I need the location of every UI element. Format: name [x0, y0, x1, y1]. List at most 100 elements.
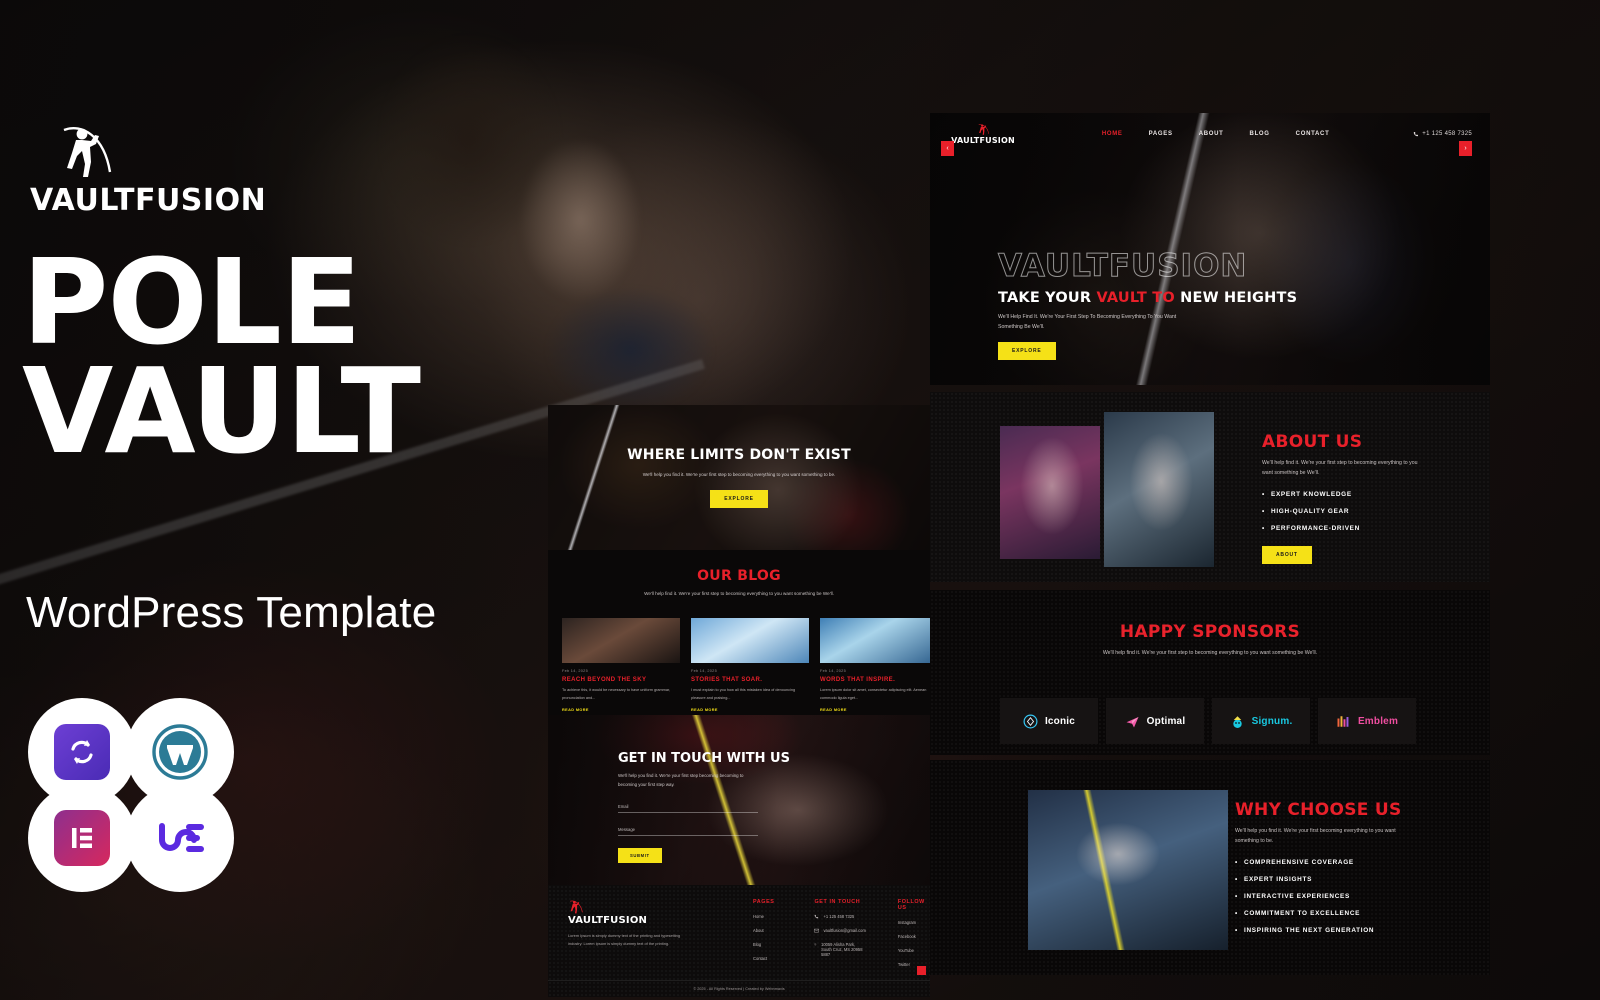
- blog-date: Feb 14, 2025: [691, 669, 717, 673]
- hero-heading-accent: VAULT TO: [1096, 290, 1175, 306]
- limits-paragraph: We'll help you find it. We're your first…: [642, 472, 836, 478]
- blog-title[interactable]: REACH BEYOND THE SKY: [562, 677, 680, 683]
- why-paragraph: We'll help you find it. We're your first…: [1235, 828, 1396, 844]
- footer-follow-heading: FOLLOW US: [897, 899, 925, 911]
- slider-prev-arrow[interactable]: ‹: [941, 141, 954, 156]
- why-choose-copy: WHY CHOOSE US We'll help you find it. We…: [1235, 800, 1435, 944]
- limits-copy: WHERE LIMITS DON'T EXIST We'll help you …: [548, 405, 930, 550]
- footer-pages-heading: PAGES: [753, 899, 775, 905]
- mockup-about-section: ABOUT US We'll help find it. We're your …: [930, 392, 1490, 582]
- footer-address-text: 10059 Alisha Park, South Cruz, MS 20958 …: [821, 942, 863, 957]
- footer-follow-column: FOLLOW US Instagram Facebook YouTube Twi…: [898, 899, 925, 967]
- footer-touch-heading: GET IN TOUCH: [814, 899, 861, 905]
- contact-submit-button[interactable]: SUBMIT: [618, 847, 662, 863]
- nav-item-about[interactable]: ABOUT: [1199, 131, 1224, 137]
- mockup-footer: VAULTFUSION Lorem Ipsum is simply dummy …: [548, 885, 930, 997]
- promo-title-line-1: POLE: [22, 233, 362, 371]
- blog-thumbnail: [562, 618, 680, 663]
- badge-jet-elements: [126, 784, 234, 892]
- footer-social-facebook[interactable]: Facebook: [898, 934, 925, 939]
- blog-post-card[interactable]: Feb 14, 2025 STORIES THAT SOAR. I must e…: [691, 618, 809, 712]
- blog-excerpt: To achieve this, it would be necessary t…: [562, 688, 671, 700]
- sponsor-name-iconic: Iconic: [1044, 715, 1076, 727]
- about-cta-button[interactable]: ABOUT: [1262, 545, 1312, 564]
- footer-link-about[interactable]: About: [753, 928, 774, 933]
- phone-icon: [815, 914, 819, 919]
- blog-title[interactable]: WORDS THAT INSPIRE.: [820, 677, 930, 683]
- mockup-contact-section: GET IN TOUCH WITH US We'll help you find…: [548, 715, 930, 885]
- mockup-blog-section: OUR BLOG We'll help find it. We're your …: [548, 550, 930, 715]
- hero-heading: TAKE YOUR VAULT TO NEW HEIGHTS: [998, 290, 1328, 306]
- why-bullet-3: COMMITMENT TO EXCELLENCE: [1235, 910, 1435, 917]
- blog-thumbnail: [691, 618, 809, 663]
- about-image-right: [1104, 412, 1214, 567]
- nav-item-pages[interactable]: PAGES: [1149, 131, 1173, 137]
- hero-heading-pre: TAKE YOUR: [998, 290, 1097, 306]
- mock-nav-links: HOME PAGES ABOUT BLOG CONTACT: [1018, 131, 1413, 137]
- blog-read-more[interactable]: READ MORE: [691, 708, 809, 712]
- bar-chart-icon: [1337, 715, 1349, 727]
- hero-heading-post: NEW HEIGHTS: [1174, 290, 1298, 306]
- mock-nav-phone[interactable]: +1 125 458 7325: [1413, 131, 1472, 137]
- nav-item-blog[interactable]: BLOG: [1250, 131, 1270, 137]
- paper-plane-icon: [1126, 716, 1139, 727]
- scale-icon: [1232, 715, 1242, 728]
- promo-subtitle: WordPress Template: [26, 588, 437, 637]
- mock-nav-phone-text: +1 125 458 7325: [1422, 131, 1472, 137]
- why-bullet-0: COMPREHENSIVE COVERAGE: [1235, 859, 1435, 866]
- blog-paragraph: We'll help find it. We're your first ste…: [644, 591, 834, 596]
- sponsor-card-signum[interactable]: Signum.: [1212, 698, 1310, 744]
- footer-touch-column: GET IN TOUCH +1 125 458 7325 vaultfusion…: [814, 899, 865, 967]
- pole-vaulter-icon: [978, 124, 989, 135]
- blog-date: Feb 14, 2025: [562, 669, 588, 673]
- footer-copyright: © 2025 - All Rights Reserved | Created b…: [548, 980, 930, 997]
- blog-read-more[interactable]: READ MORE: [562, 708, 680, 712]
- footer-email-text: vaultfusion@gmail.com: [823, 928, 866, 933]
- scroll-to-top-button[interactable]: [917, 966, 926, 975]
- hero-explore-button[interactable]: EXPLORE: [998, 342, 1056, 361]
- sponsor-card-iconic[interactable]: Iconic: [1000, 698, 1098, 744]
- contact-email-input[interactable]: Email: [618, 804, 758, 813]
- pole-vaulter-icon: [63, 127, 112, 177]
- sponsor-card-emblem[interactable]: Emblem: [1318, 698, 1416, 744]
- contact-message-input[interactable]: Message: [618, 827, 758, 836]
- hero-outline-title: VAULTFUSION: [998, 248, 1248, 285]
- footer-link-blog[interactable]: Blog: [753, 942, 774, 947]
- mock-nav-logo[interactable]: VAULTFUSION: [948, 123, 1018, 145]
- brand-wordmark: VAULTFUSION: [30, 183, 267, 218]
- blog-header: OUR BLOG We'll help find it. We're your …: [548, 550, 930, 599]
- why-bullet-2: INTERACTIVE EXPERIENCES: [1235, 893, 1435, 900]
- promo-title: POLE VAULT: [22, 233, 421, 469]
- footer-pages-column: PAGES Home About Blog Contact: [753, 899, 774, 967]
- footer-address-row: 10059 Alisha Park, South Cruz, MS 20958 …: [814, 942, 865, 957]
- blog-read-more[interactable]: READ MORE: [820, 708, 930, 712]
- footer-phone-row[interactable]: +1 125 458 7325: [814, 914, 865, 919]
- footer-link-home[interactable]: Home: [753, 914, 774, 919]
- why-choose-image: [1028, 790, 1228, 950]
- footer-social-youtube[interactable]: YouTube: [898, 948, 925, 953]
- contact-heading: GET IN TOUCH WITH US: [618, 751, 790, 766]
- blog-post-card[interactable]: Feb 14, 2025 WORDS THAT INSPIRE. Lorem i…: [820, 618, 930, 712]
- blog-excerpt: Lorem ipsum dolor sit amet, consectetur …: [820, 688, 927, 700]
- mock-navbar: VAULTFUSION HOME PAGES ABOUT BLOG CONTAC…: [930, 120, 1490, 148]
- about-images: [1000, 412, 1214, 567]
- jet-plugins-icon: [54, 724, 110, 780]
- promo-banner: VAULTFUSION POLE VAULT WordPress Templat…: [0, 0, 1600, 1000]
- footer-email-row[interactable]: vaultfusion@gmail.com: [814, 928, 866, 933]
- mockup-why-choose-us: WHY CHOOSE US We'll help you find it. We…: [930, 760, 1490, 975]
- diamond-circle-icon: [1023, 714, 1038, 728]
- limits-explore-button[interactable]: EXPLORE: [710, 489, 768, 508]
- footer-social-instagram[interactable]: Instagram: [898, 920, 925, 925]
- slider-next-arrow[interactable]: ›: [1459, 141, 1472, 156]
- blog-post-card[interactable]: Feb 14, 2025 REACH BEYOND THE SKY To ach…: [562, 618, 680, 712]
- nav-item-contact[interactable]: CONTACT: [1296, 131, 1330, 137]
- footer-link-contact[interactable]: Contact: [753, 956, 774, 961]
- nav-item-home[interactable]: HOME: [1102, 131, 1123, 137]
- about-bullet-2: PERFORMANCE-DRIVEN: [1262, 525, 1452, 532]
- blog-title[interactable]: STORIES THAT SOAR.: [691, 677, 809, 683]
- sponsor-card-optimal[interactable]: Optimal: [1106, 698, 1204, 744]
- sponsor-name-emblem: Emblem: [1357, 715, 1399, 727]
- mockup-limits-banner: WHERE LIMITS DON'T EXIST We'll help you …: [548, 405, 930, 550]
- footer-columns: VAULTFUSION Lorem Ipsum is simply dummy …: [568, 899, 924, 967]
- footer-about-text: Lorem Ipsum is simply dummy text of the …: [568, 933, 681, 946]
